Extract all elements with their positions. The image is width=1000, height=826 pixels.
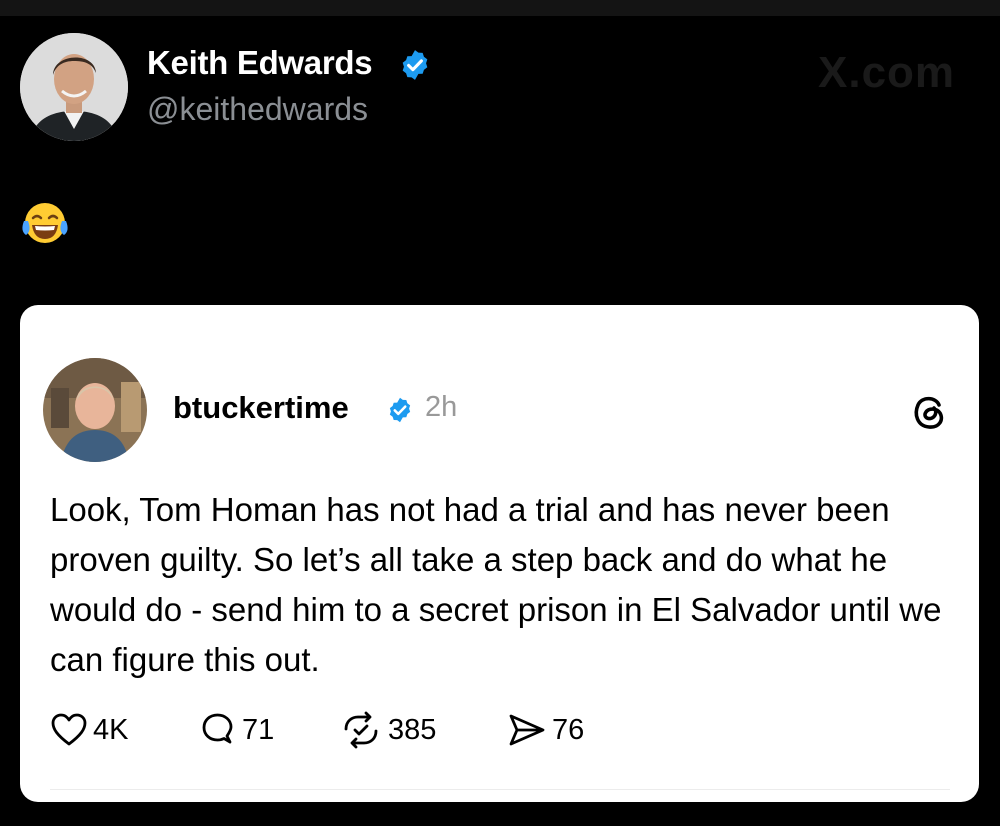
share-button[interactable]: 76 (508, 710, 584, 750)
send-icon (509, 714, 545, 746)
reply-count: 71 (242, 713, 275, 746)
quoted-user-avatar[interactable] (43, 358, 147, 462)
profile-photo-icon (20, 33, 128, 141)
divider (50, 789, 950, 790)
author-handle[interactable]: @keithedwards (147, 91, 368, 128)
threads-logo-icon[interactable] (910, 391, 950, 433)
repost-count: 385 (388, 713, 437, 746)
verified-badge-icon (402, 50, 428, 80)
verified-badge-icon (389, 397, 411, 423)
profile-photo-icon (43, 358, 147, 462)
post-timestamp: 2h (425, 391, 458, 423)
face-with-tears-of-joy-emoji (22, 203, 68, 243)
quoted-threads-post-card[interactable]: btuckertime 2h Look, Tom Homan has not h… (20, 305, 979, 802)
share-count: 76 (552, 713, 585, 746)
repost-icon (344, 711, 378, 749)
like-count: 4K (93, 713, 129, 746)
like-button[interactable]: 4K (51, 710, 128, 750)
repost-button[interactable]: 385 (340, 710, 436, 750)
post-body-text: Look, Tom Homan has not had a trial and … (50, 491, 942, 678)
reply-button[interactable]: 71 (200, 710, 274, 750)
author-avatar[interactable] (20, 33, 128, 141)
author-name[interactable]: Keith Edwards (147, 44, 373, 82)
status-bar-strip (0, 0, 1000, 16)
reply-bubble-icon (202, 713, 233, 744)
quoted-username[interactable]: btuckertime (173, 390, 349, 426)
heart-icon (51, 713, 87, 746)
x-com-watermark: X.com (818, 48, 956, 97)
